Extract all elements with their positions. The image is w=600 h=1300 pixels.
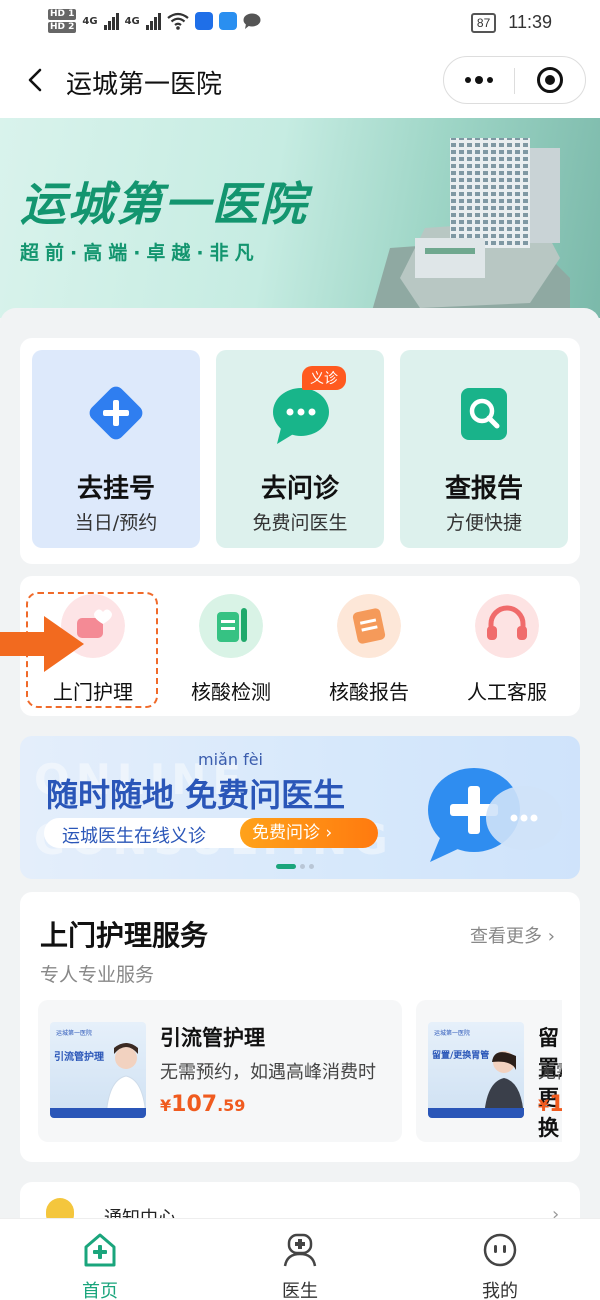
hero-title: 运城第一医院 bbox=[20, 177, 308, 231]
product-desc: 无需预约，如遇高峰消费时 bbox=[538, 1062, 562, 1083]
plus-diamond-icon bbox=[89, 386, 143, 440]
close-mini-program-button[interactable] bbox=[515, 57, 585, 103]
pointer-arrow-icon bbox=[0, 616, 84, 672]
register-sub: 当日/预约 bbox=[74, 512, 158, 534]
service-nucleic-report[interactable]: 核酸报告 bbox=[304, 594, 434, 705]
product-image-title: 引流管护理 bbox=[54, 1052, 104, 1063]
free-consult-button[interactable]: 免费问诊 › bbox=[240, 818, 378, 848]
status-right: 87 11:39 bbox=[470, 12, 552, 33]
message-icon bbox=[243, 13, 261, 29]
tab-mine[interactable]: 我的 bbox=[400, 1219, 600, 1300]
target-icon bbox=[537, 67, 563, 93]
hd-1-label: HD 1 bbox=[48, 9, 77, 20]
more-button[interactable] bbox=[444, 57, 514, 103]
product-image: 运城第一医院 留置/更换胃管 bbox=[428, 1022, 524, 1118]
search-app-icon bbox=[218, 12, 237, 30]
network-label-2: 4G bbox=[124, 15, 140, 27]
service-customer-support[interactable]: 人工客服 bbox=[442, 594, 572, 705]
plus-chat-bubble-icon bbox=[428, 768, 562, 862]
register-label: 去挂号 bbox=[76, 474, 155, 504]
view-more-label: 查看更多 bbox=[470, 926, 542, 947]
product-desc: 无需预约，如遇高峰消费时 bbox=[160, 1062, 376, 1083]
test-tube-icon bbox=[199, 594, 263, 658]
nucleic-test-label: 核酸检测 bbox=[191, 680, 271, 704]
register-tile[interactable]: 去挂号 当日/预约 bbox=[32, 350, 200, 548]
consult-tile[interactable]: 义诊 去问诊 免费问医生 bbox=[216, 350, 384, 548]
more-dots-icon bbox=[465, 76, 493, 84]
report-sub: 方便快捷 bbox=[445, 512, 522, 534]
battery-icon: 87 bbox=[470, 12, 497, 33]
nurse-illustration bbox=[105, 1043, 146, 1118]
banner-pager bbox=[276, 864, 314, 869]
price-decimal: .59 bbox=[217, 1096, 246, 1115]
product-image-hospital: 运城第一医院 bbox=[434, 1030, 471, 1037]
signal-icon-2 bbox=[145, 12, 161, 30]
tab-doctor-label: 医生 bbox=[282, 1281, 318, 1300]
face-icon bbox=[483, 1233, 517, 1267]
tab-doctor[interactable]: 医生 bbox=[200, 1219, 400, 1300]
hospital-building-illustration bbox=[370, 138, 570, 318]
product-image-footer bbox=[50, 1108, 146, 1118]
product-price: ¥107.59 bbox=[160, 1092, 245, 1117]
back-arrow-icon[interactable] bbox=[24, 68, 48, 92]
consult-sub: 免费问医生 bbox=[252, 512, 348, 534]
hero-banner[interactable]: 运城第一医院 超前·高端·卓越·非凡 bbox=[0, 118, 600, 318]
nucleic-report-label: 核酸报告 bbox=[329, 680, 409, 704]
search-report-icon bbox=[461, 388, 507, 440]
product-card[interactable]: 运城第一医院 引流管护理 引流管护理 无需预约，如遇高峰消费时 ¥107.59 bbox=[38, 1000, 402, 1142]
chevron-right-icon: › bbox=[547, 926, 555, 947]
status-bar: HD 1 HD 2 4G 4G 87 11:39 bbox=[0, 0, 600, 46]
banner-pinyin: miǎn fèi bbox=[198, 750, 263, 769]
report-doc-icon bbox=[337, 594, 401, 658]
nav-bar: 运城第一医院 bbox=[0, 46, 600, 118]
section-title: 上门护理服务 bbox=[40, 919, 209, 952]
signal-icon bbox=[103, 12, 119, 30]
report-label: 查报告 bbox=[444, 474, 523, 504]
product-name: 引流管护理 bbox=[160, 1026, 265, 1050]
promo-banner[interactable]: ONLINE CONSULTING miǎn fèi 随时随地 免费问医生 运城… bbox=[20, 736, 580, 879]
headset-icon bbox=[475, 594, 539, 658]
clock: 11:39 bbox=[508, 12, 552, 32]
doctor-icon bbox=[283, 1233, 317, 1267]
nurse-illustration bbox=[484, 1051, 524, 1118]
product-image: 运城第一医院 引流管护理 bbox=[50, 1022, 146, 1118]
wifi-icon bbox=[167, 12, 189, 30]
customer-support-label: 人工客服 bbox=[467, 680, 547, 704]
hd-2-label: HD 2 bbox=[48, 22, 77, 33]
banner-tagline: 运城医生在线义诊 bbox=[62, 826, 206, 847]
page-title: 运城第一医院 bbox=[66, 70, 223, 100]
network-label-1: 4G bbox=[82, 15, 98, 27]
free-clinic-badge: 义诊 bbox=[302, 366, 346, 390]
section-subtitle: 专人专业服务 bbox=[40, 964, 155, 986]
price-integer: 1 bbox=[549, 1092, 562, 1117]
mini-program-capsule bbox=[443, 56, 586, 104]
status-left: HD 1 HD 2 4G 4G bbox=[48, 8, 261, 34]
hero-subtitle: 超前·高端·卓越·非凡 bbox=[20, 242, 260, 264]
tab-home[interactable]: 首页 bbox=[0, 1219, 200, 1300]
price-currency: ¥ bbox=[160, 1096, 172, 1115]
price-integer: 107 bbox=[171, 1092, 218, 1117]
tab-bar: 首页 医生 我的 bbox=[0, 1218, 600, 1300]
service-nucleic-test[interactable]: 核酸检测 bbox=[166, 594, 296, 705]
product-price: ¥1 bbox=[538, 1092, 562, 1117]
price-currency: ¥ bbox=[538, 1096, 550, 1115]
consult-label: 去问诊 bbox=[260, 474, 339, 504]
product-image-hospital: 运城第一医院 bbox=[56, 1030, 93, 1037]
bulb-app-icon bbox=[194, 12, 213, 30]
banner-title: 随时随地 免费问医生 bbox=[46, 776, 346, 814]
tab-home-label: 首页 bbox=[82, 1281, 118, 1300]
sim-indicator: HD 1 HD 2 bbox=[48, 8, 77, 34]
home-icon bbox=[84, 1233, 116, 1267]
product-card[interactable]: 运城第一医院 留置/更换胃管 留置/更换胃管 无需预约，如遇高峰消费时 ¥1 bbox=[416, 1000, 562, 1142]
view-more-link[interactable]: 查看更多 › bbox=[470, 922, 555, 948]
product-image-footer bbox=[428, 1108, 524, 1118]
report-tile[interactable]: 查报告 方便快捷 bbox=[400, 350, 568, 548]
tab-mine-label: 我的 bbox=[482, 1281, 518, 1300]
